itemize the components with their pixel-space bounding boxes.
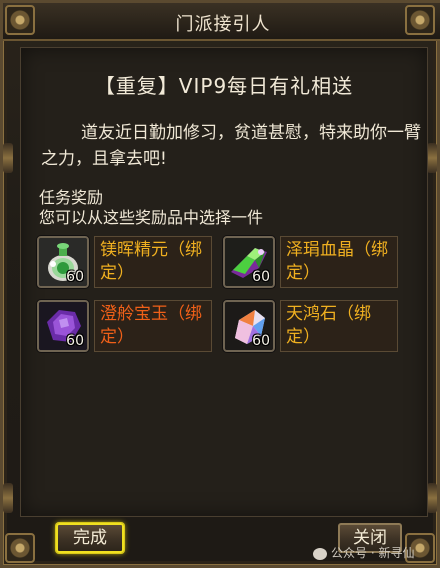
reward-option[interactable]: 60 镁晖精元（绑定）: [37, 236, 215, 292]
reward-name: 镁晖精元（绑定）: [94, 236, 212, 288]
wechat-icon: [313, 547, 327, 560]
watermark-text: 公众号 · 新寻仙: [331, 546, 415, 560]
side-ornament-icon: [3, 483, 13, 513]
reward-name: 泽琄血晶（绑定）: [280, 236, 398, 288]
reward-slot[interactable]: 60: [223, 236, 275, 288]
reward-slot[interactable]: 60: [37, 300, 89, 352]
reward-heading: 任务奖励: [39, 188, 104, 207]
reward-slot[interactable]: 60: [223, 300, 275, 352]
side-ornament-icon: [3, 143, 13, 173]
item-count: 60: [66, 333, 84, 349]
watermark: 公众号 · 新寻仙: [313, 543, 435, 563]
item-count: 60: [252, 269, 270, 285]
window-title: 门派接引人: [175, 14, 271, 35]
reward-instruction: 您可以从这些奖励品中选择一件: [39, 208, 264, 227]
reward-option[interactable]: 60 天鸿石（绑定）: [223, 300, 401, 356]
side-ornament-icon: [427, 143, 437, 173]
item-count: 60: [66, 269, 84, 285]
corner-ornament-icon: [5, 5, 35, 35]
reward-option[interactable]: 60 澄舲宝玉（绑定）: [37, 300, 215, 356]
corner-ornament-icon: [405, 5, 435, 35]
complete-button[interactable]: 完成: [56, 523, 124, 553]
reward-name: 天鸿石（绑定）: [280, 300, 398, 352]
side-ornament-icon: [427, 483, 437, 513]
reward-name: 澄舲宝玉（绑定）: [94, 300, 212, 352]
item-count: 60: [252, 333, 270, 349]
title-bar[interactable]: 门派接引人: [3, 3, 440, 41]
quest-description: 道友近日勤加修习，贫道甚慰，特来助你一臂之力，且拿去吧!: [41, 123, 421, 169]
reward-slot[interactable]: 60: [37, 236, 89, 288]
quest-panel: 【重复】VIP9每日有礼相送 道友近日勤加修习，贫道甚慰，特来助你一臂之力，且拿…: [20, 47, 428, 517]
reward-option[interactable]: 60 泽琄血晶（绑定）: [223, 236, 401, 292]
npc-dialog-window: 门派接引人 【重复】VIP9每日有礼相送 道友近日勤加修习，贫道甚慰，特来助你一…: [0, 0, 440, 568]
quest-title: 【重复】VIP9每日有礼相送: [94, 74, 354, 98]
corner-ornament-icon: [5, 533, 35, 563]
